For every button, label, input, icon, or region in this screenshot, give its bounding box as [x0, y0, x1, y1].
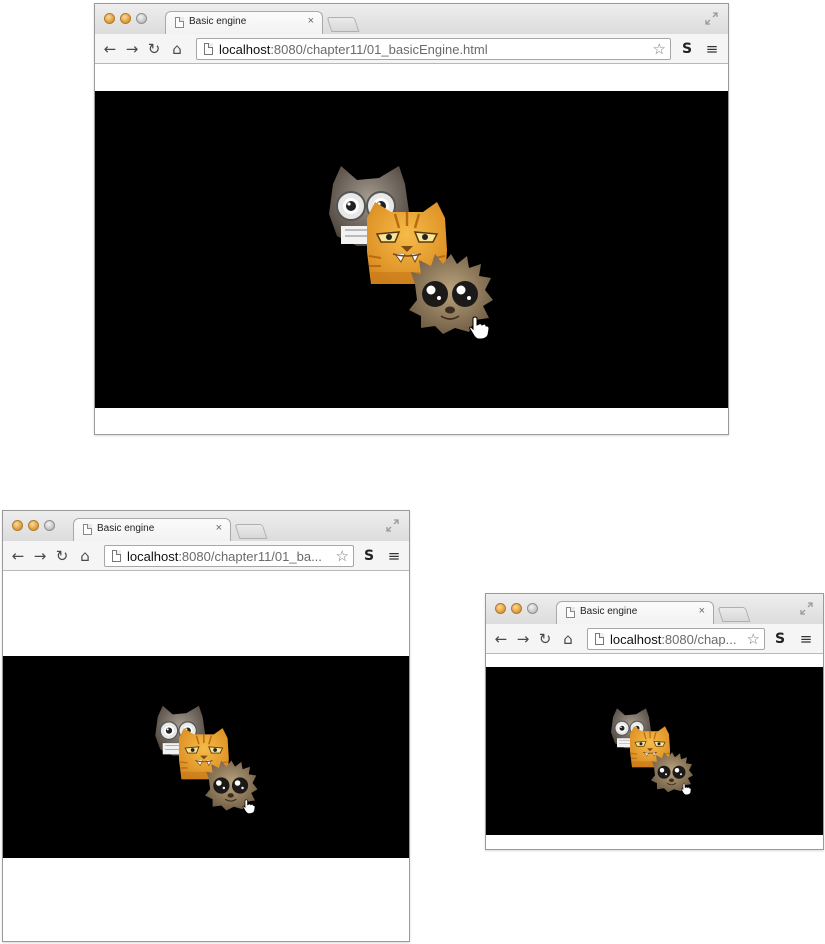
address-bar[interactable]: localhost:8080/chapter11/01_basicEngine.… [196, 38, 671, 60]
reload-button[interactable]: ↻ [537, 631, 553, 647]
address-bar[interactable]: localhost:8080/chap... ☆ [587, 628, 765, 650]
forward-button[interactable]: → [32, 548, 48, 564]
browser-window-large: Basic engine × ← → ↻ ⌂ localhost:8080/ch… [94, 3, 729, 435]
game-canvas[interactable] [486, 667, 823, 835]
page-icon [595, 633, 604, 645]
url-text[interactable]: localhost:8080/chapter11/01_basicEngine.… [219, 42, 488, 57]
close-window-button[interactable] [104, 13, 115, 24]
zoom-window-button[interactable] [527, 603, 538, 614]
minimize-window-button[interactable] [28, 520, 39, 531]
page-icon [204, 43, 213, 55]
toolbar: ← → ↻ ⌂ localhost:8080/chap... ☆ S ≡ [486, 624, 823, 654]
tab-basic-engine[interactable]: Basic engine × [556, 601, 714, 624]
url-text[interactable]: localhost:8080/chapter11/01_ba... [127, 549, 322, 564]
zoom-window-button[interactable] [44, 520, 55, 531]
bookmark-star-icon[interactable]: ☆ [653, 40, 666, 58]
tab-title: Basic engine [97, 523, 155, 534]
new-tab-button[interactable] [326, 17, 360, 32]
extension-icon[interactable]: S [679, 41, 695, 57]
window-controls [104, 13, 147, 24]
url-text[interactable]: localhost:8080/chap... [610, 632, 736, 647]
title-bar: Basic engine × [486, 594, 823, 624]
back-button[interactable]: ← [102, 41, 118, 57]
back-button[interactable]: ← [493, 631, 509, 647]
sprite-group [154, 704, 259, 814]
bookmark-star-icon[interactable]: ☆ [747, 630, 760, 648]
tab-basic-engine[interactable]: Basic engine × [73, 518, 231, 541]
close-window-button[interactable] [495, 603, 506, 614]
bookmark-star-icon[interactable]: ☆ [336, 547, 349, 565]
title-bar: Basic engine × [95, 4, 728, 34]
game-canvas[interactable] [95, 91, 728, 408]
new-tab-button[interactable] [717, 607, 751, 622]
menu-icon[interactable]: ≡ [798, 631, 814, 647]
tab-basic-engine[interactable]: Basic engine × [165, 11, 323, 34]
toolbar: ← → ↻ ⌂ localhost:8080/chapter11/01_basi… [95, 34, 728, 64]
home-button[interactable]: ⌂ [169, 41, 185, 57]
sprite-group [610, 707, 694, 795]
new-tab-button[interactable] [234, 524, 268, 539]
window-controls [12, 520, 55, 531]
tab-title: Basic engine [189, 16, 247, 27]
page-icon [112, 550, 121, 562]
minimize-window-button[interactable] [511, 603, 522, 614]
page-content [486, 654, 823, 849]
close-tab-icon[interactable]: × [216, 522, 222, 534]
menu-icon[interactable]: ≡ [704, 41, 720, 57]
forward-button[interactable]: → [124, 41, 140, 57]
reload-button[interactable]: ↻ [54, 548, 70, 564]
page-icon [175, 17, 184, 28]
toolbar: ← → ↻ ⌂ localhost:8080/chapter11/01_ba..… [3, 541, 409, 571]
close-tab-icon[interactable]: × [699, 605, 705, 617]
menu-icon[interactable]: ≡ [386, 548, 402, 564]
zoom-window-button[interactable] [136, 13, 147, 24]
fullscreen-icon[interactable] [705, 12, 718, 25]
extension-icon[interactable]: S [361, 548, 377, 564]
reload-button[interactable]: ↻ [146, 41, 162, 57]
tab-title: Basic engine [580, 606, 638, 617]
page-content [95, 64, 728, 434]
page-icon [566, 607, 575, 618]
address-bar[interactable]: localhost:8080/chapter11/01_ba... ☆ [104, 545, 354, 567]
home-button[interactable]: ⌂ [77, 548, 93, 564]
close-window-button[interactable] [12, 520, 23, 531]
page-content [3, 571, 409, 941]
extension-icon[interactable]: S [772, 631, 788, 647]
game-canvas[interactable] [3, 656, 409, 858]
browser-window-small: Basic engine × ← → ↻ ⌂ localhost:8080/ch… [485, 593, 824, 850]
fullscreen-icon[interactable] [800, 602, 813, 615]
back-button[interactable]: ← [10, 548, 26, 564]
browser-window-medium: Basic engine × ← → ↻ ⌂ localhost:8080/ch… [2, 510, 410, 942]
page-icon [83, 524, 92, 535]
home-button[interactable]: ⌂ [560, 631, 576, 647]
forward-button[interactable]: → [515, 631, 531, 647]
sprite-group [327, 164, 495, 339]
window-controls [495, 603, 538, 614]
close-tab-icon[interactable]: × [308, 15, 314, 27]
minimize-window-button[interactable] [120, 13, 131, 24]
title-bar: Basic engine × [3, 511, 409, 541]
fullscreen-icon[interactable] [386, 519, 399, 532]
